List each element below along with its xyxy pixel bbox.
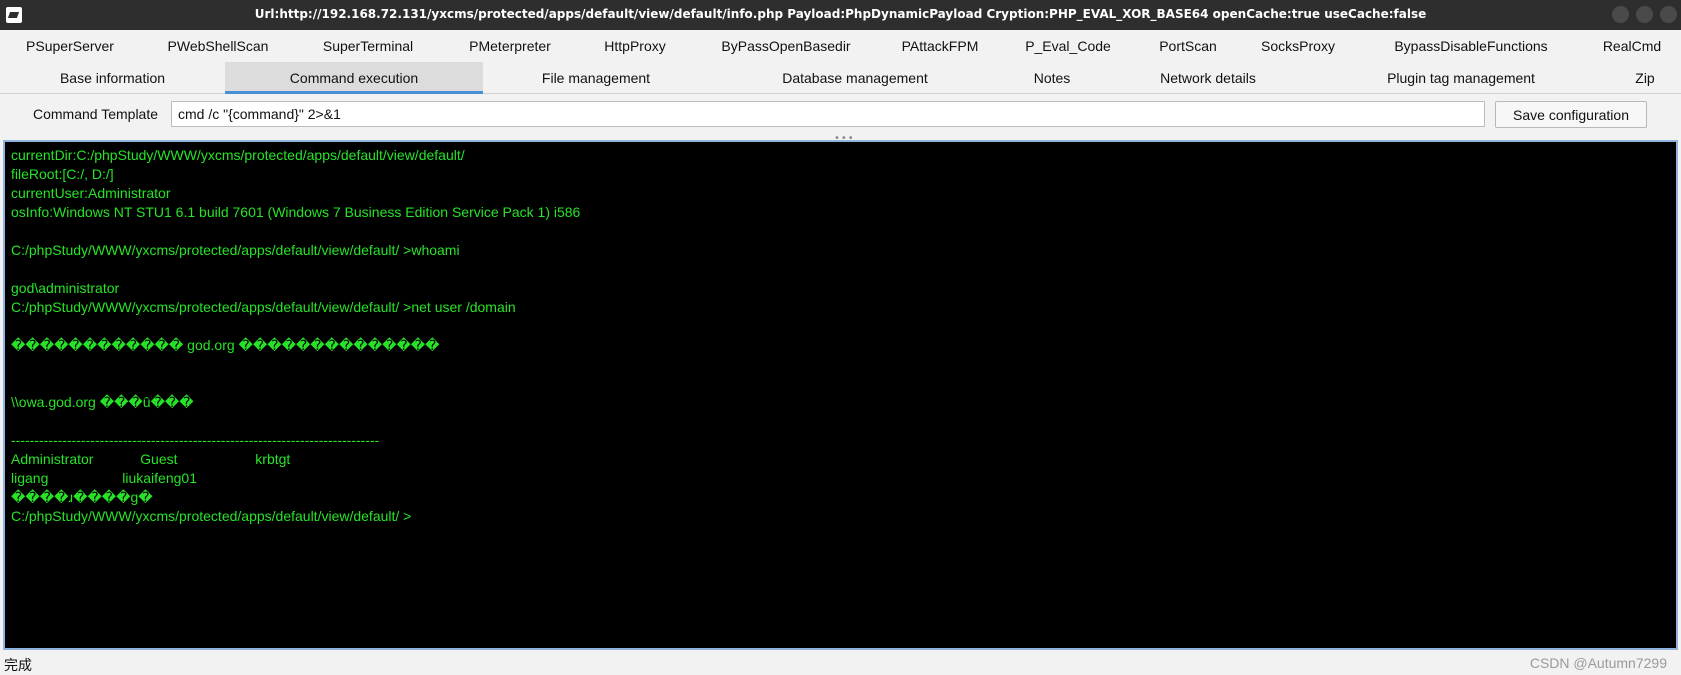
console-line: ����ɹ����g� [11,489,153,505]
console-line: Administrator Guest krbtgt [11,451,291,467]
tab-httpproxy[interactable]: HttpProxy [594,30,676,62]
tab-database-management[interactable]: Database management [709,62,1001,94]
close-button[interactable] [1660,6,1677,23]
console-line: C:/phpStudy/WWW/yxcms/protected/apps/def… [11,242,460,258]
console-line: currentDir:C:/phpStudy/WWW/yxcms/protect… [11,147,465,163]
minimize-button[interactable] [1612,6,1629,23]
console-line: \\owa.god.org ���û��� [11,394,194,410]
tab-pmeterpreter[interactable]: PMeterpreter [460,30,560,62]
console-line: fileRoot:[C:/, D:/] [11,166,114,182]
tab-socksproxy[interactable]: SocksProxy [1256,30,1340,62]
plugin-tab-bar: PSuperServer PWebShellScan SuperTerminal… [0,30,1681,62]
main-tab-bar: Base information Command execution File … [0,62,1681,94]
console-line: ������������ god.org �������������� [11,337,440,353]
tab-pwebshellscan[interactable]: PWebShellScan [158,30,278,62]
console-line: ligang liukaifeng01 [11,470,197,486]
tab-bypassdisablefunctions[interactable]: BypassDisableFunctions [1383,30,1559,62]
tab-base-information[interactable]: Base information [0,62,225,94]
status-bar: 完成 CSDN @Autumn7299 [0,652,1681,675]
console-line: C:/phpStudy/WWW/yxcms/protected/apps/def… [11,508,412,524]
window-title: Url:http://192.168.72.131/yxcms/protecte… [254,7,1427,21]
console-line: ----------------------------------------… [11,432,380,448]
save-configuration-button[interactable]: Save configuration [1495,101,1647,128]
status-text: 完成 [4,658,32,674]
console-line: god\administrator [11,280,120,296]
tab-file-management[interactable]: File management [483,62,709,94]
command-console[interactable]: currentDir:C:/phpStudy/WWW/yxcms/protect… [3,140,1678,650]
tab-zip[interactable]: Zip [1609,62,1681,94]
console-line: currentUser:Administrator [11,185,171,201]
watermark: CSDN @Autumn7299 [1529,655,1667,671]
tab-plugin-tag-management[interactable]: Plugin tag management [1313,62,1609,94]
console-line: osInfo:Windows NT STU1 6.1 build 7601 (W… [11,204,581,220]
tab-portscan[interactable]: PortScan [1152,30,1224,62]
tab-realcmd[interactable]: RealCmd [1594,30,1670,62]
console-line: C:/phpStudy/WWW/yxcms/protected/apps/def… [11,299,516,315]
command-template-input[interactable] [171,101,1485,127]
tab-notes[interactable]: Notes [1001,62,1103,94]
tab-psuperserver[interactable]: PSuperServer [20,30,120,62]
tab-bypassopenbasedir[interactable]: ByPassOpenBasedir [713,30,859,62]
tab-p-eval-code[interactable]: P_Eval_Code [1022,30,1114,62]
tab-superterminal[interactable]: SuperTerminal [312,30,424,62]
tab-network-details[interactable]: Network details [1103,62,1313,94]
tab-pattackfpm[interactable]: PAttackFPM [893,30,987,62]
title-bar: Url:http://192.168.72.131/yxcms/protecte… [0,0,1681,30]
tab-command-execution[interactable]: Command execution [225,62,483,94]
command-template-label: Command Template [33,106,159,122]
maximize-button[interactable] [1636,6,1653,23]
